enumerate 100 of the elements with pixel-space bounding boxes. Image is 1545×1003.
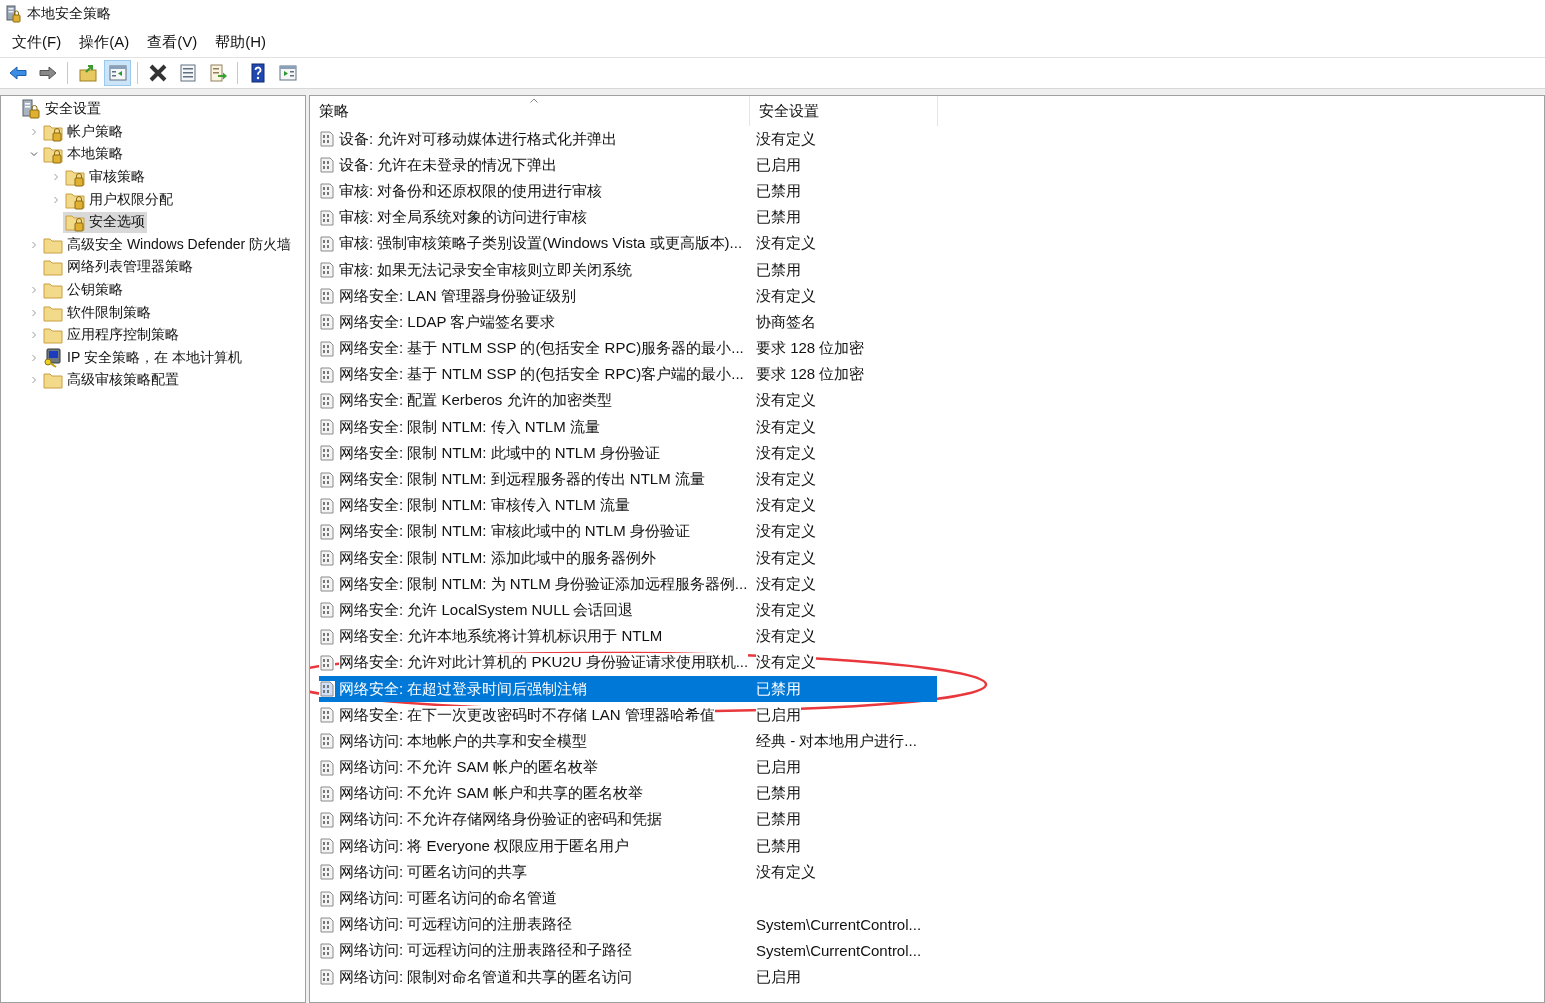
collapsed-chevron-icon[interactable]: [51, 172, 61, 183]
policy-name: 网络安全: 限制 NTLM: 传入 NTLM 流量: [339, 417, 600, 436]
security-setting: 没有定义: [756, 573, 816, 595]
collapsed-chevron-icon[interactable]: [29, 307, 39, 318]
policy-row[interactable]: 网络安全: 基于 NTLM SSP 的(包括安全 RPC)服务器的最小... 要求 128 位加密: [319, 335, 937, 362]
tree-item[interactable]: 软件限制策略: [41, 302, 153, 324]
locked-folder-icon: [43, 144, 63, 165]
policy-row[interactable]: 网络访问: 可远程访问的注册表路径和子路径 System\CurrentControl...: [319, 937, 937, 964]
policy-row[interactable]: 设备: 允许在未登录的情况下弹出 已启用: [319, 152, 937, 179]
policy-row[interactable]: 网络访问: 不允许 SAM 帐户的匿名枚举 已启用: [319, 754, 937, 781]
policy-name: 网络安全: 限制 NTLM: 添加此域中的服务器例外: [339, 548, 656, 567]
policy-icon: [319, 235, 335, 252]
column-header[interactable]: 安全设置: [750, 96, 938, 126]
policy-name: 网络访问: 不允许 SAM 帐户和共享的匿名枚举: [339, 784, 644, 803]
back-arrow-icon: [7, 63, 28, 83]
policy-name: 网络安全: 基于 NTLM SSP 的(包括安全 RPC)服务器的最小...: [339, 339, 744, 358]
policy-row[interactable]: 网络安全: LAN 管理器身份验证级别 没有定义: [319, 283, 937, 310]
collapsed-chevron-icon[interactable]: [29, 126, 39, 137]
policy-name: 网络安全: LDAP 客户端签名要求: [339, 312, 556, 331]
policy-icon: [319, 681, 335, 698]
policy-icon: [319, 811, 335, 828]
tree-item[interactable]: 用户权限分配: [63, 189, 175, 211]
policy-row[interactable]: 网络访问: 将 Everyone 权限应用于匿名用户 已禁用: [319, 833, 937, 860]
policy-row[interactable]: 网络安全: 在超过登录时间后强制注销 已禁用: [319, 675, 937, 703]
policy-row[interactable]: 网络安全: 限制 NTLM: 到远程服务器的传出 NTLM 流量 没有定义: [319, 466, 937, 493]
tree-item[interactable]: 本地策略: [41, 144, 125, 165]
policy-row[interactable]: 网络访问: 不允许存储网络身份验证的密码和凭据 已禁用: [319, 806, 937, 834]
policy-row[interactable]: 网络安全: 基于 NTLM SSP 的(包括安全 RPC)客户端的最小... 要求 128 位加密: [319, 361, 937, 388]
delete-icon: [147, 63, 168, 83]
policy-row[interactable]: 网络安全: 限制 NTLM: 传入 NTLM 流量 没有定义: [319, 414, 937, 441]
policy-row[interactable]: 审核: 对备份和还原权限的使用进行审核 已禁用: [319, 178, 937, 205]
policy-icon: [319, 445, 335, 462]
policy-name: 网络安全: 配置 Kerberos 允许的加密类型: [339, 391, 612, 410]
forward-arrow-icon: [37, 63, 58, 83]
tree-item[interactable]: 网络列表管理器策略: [41, 256, 195, 278]
policy-row[interactable]: 审核: 如果无法记录安全审核则立即关闭系统 已禁用: [319, 256, 937, 284]
policy-row[interactable]: 网络安全: 允许对此计算机的 PKU2U 身份验证请求使用联机... 没有定义: [319, 649, 937, 676]
tree-item[interactable]: 公钥策略: [41, 279, 125, 301]
column-header[interactable]: 策略: [310, 96, 750, 126]
policy-row[interactable]: 网络访问: 本地帐户的共享和安全模型 经典 - 对本地用户进行...: [319, 728, 937, 755]
folder-icon: [43, 257, 63, 278]
policy-row[interactable]: 设备: 允许对可移动媒体进行格式化并弹出 没有定义: [319, 126, 937, 153]
policy-row[interactable]: 网络安全: 配置 Kerberos 允许的加密类型 没有定义: [319, 387, 937, 415]
collapsed-chevron-icon[interactable]: [29, 239, 39, 250]
policy-row[interactable]: 网络访问: 可匿名访问的命名管道: [319, 885, 937, 912]
menu-item[interactable]: 帮助(H): [206, 30, 275, 55]
policy-icon: [319, 785, 335, 802]
policy-name: 网络安全: 允许 LocalSystem NULL 会话回退: [339, 600, 634, 619]
policy-icon: [319, 209, 335, 226]
policy-name: 网络安全: 在超过登录时间后强制注销: [339, 679, 588, 698]
policy-row[interactable]: 网络安全: 限制 NTLM: 审核传入 NTLM 流量 没有定义: [319, 492, 937, 519]
tree-item[interactable]: 安全设置: [19, 98, 103, 120]
policy-row[interactable]: 网络安全: LDAP 客户端签名要求 协商签名: [319, 309, 937, 336]
export-list-icon: [207, 63, 228, 83]
menu-item[interactable]: 操作(A): [70, 30, 139, 55]
policy-row[interactable]: 审核: 强制审核策略子类别设置(Windows Vista 或更高版本)... 没有定义: [319, 230, 937, 257]
policy-name: 审核: 对备份和还原权限的使用进行审核: [339, 181, 603, 200]
policy-icon: [319, 419, 335, 436]
app-icon: [5, 5, 21, 23]
tree-item[interactable]: 审核策略: [63, 166, 147, 188]
policy-row[interactable]: 网络安全: 在下一次更改密码时不存储 LAN 管理器哈希值 已启用: [319, 702, 937, 729]
tree-item[interactable]: 高级安全 Windows Defender 防火墙: [41, 234, 294, 256]
collapsed-chevron-icon[interactable]: [29, 285, 39, 296]
policy-name: 网络安全: 允许本地系统将计算机标识用于 NTLM: [339, 627, 663, 646]
collapsed-chevron-icon[interactable]: [51, 194, 61, 205]
tree-item[interactable]: 应用程序控制策略: [41, 324, 181, 346]
policy-row[interactable]: 网络访问: 可远程访问的注册表路径 System\CurrentControl...: [319, 911, 937, 938]
collapsed-chevron-icon[interactable]: [29, 352, 39, 363]
policy-name: 网络安全: LAN 管理器身份验证级别: [339, 286, 576, 305]
locked-folder-icon: [65, 212, 85, 233]
policy-row[interactable]: 网络安全: 允许 LocalSystem NULL 会话回退 没有定义: [319, 597, 937, 624]
policy-row[interactable]: 网络访问: 可匿名访问的共享 没有定义: [319, 859, 937, 886]
policy-row[interactable]: 网络访问: 限制对命名管道和共享的匿名访问 已启用: [319, 964, 937, 991]
collapsed-chevron-icon[interactable]: [29, 375, 39, 386]
policy-row[interactable]: 审核: 对全局系统对象的访问进行审核 已禁用: [319, 204, 937, 231]
policy-name: 审核: 如果无法记录安全审核则立即关闭系统: [339, 260, 633, 279]
policy-row[interactable]: 网络安全: 限制 NTLM: 添加此域中的服务器例外 没有定义: [319, 545, 937, 572]
policy-name: 网络访问: 可匿名访问的命名管道: [339, 889, 558, 908]
collapsed-chevron-icon[interactable]: [29, 330, 39, 341]
menu-item[interactable]: 文件(F): [3, 30, 71, 55]
policy-icon: [319, 392, 335, 409]
policy-icon: [319, 707, 335, 724]
action-pane-icon: [277, 63, 298, 83]
tree-item[interactable]: 安全选项: [63, 211, 147, 233]
policy-row[interactable]: 网络安全: 限制 NTLM: 为 NTLM 身份验证添加远程服务器例... 没有定义: [319, 571, 937, 598]
policy-row[interactable]: 网络访问: 不允许 SAM 帐户和共享的匿名枚举 已禁用: [319, 780, 937, 807]
policy-icon: [319, 471, 335, 488]
folder-icon: [43, 280, 63, 301]
tree-item[interactable]: 高级审核策略配置: [41, 369, 181, 391]
policy-icon: [319, 733, 335, 750]
tree-item[interactable]: 帐户策略: [41, 121, 125, 143]
policy-row[interactable]: 网络安全: 限制 NTLM: 审核此域中的 NTLM 身份验证 没有定义: [319, 518, 937, 545]
policy-icon: [319, 654, 335, 671]
policy-name: 设备: 允许对可移动媒体进行格式化并弹出: [339, 129, 618, 148]
policy-row[interactable]: 网络安全: 限制 NTLM: 此域中的 NTLM 身份验证 没有定义: [319, 440, 937, 467]
menu-item[interactable]: 查看(V): [138, 30, 207, 55]
show-tree-button[interactable]: [104, 60, 131, 86]
tree-item[interactable]: IP 安全策略，在 本地计算机: [41, 347, 244, 369]
policy-row[interactable]: 网络安全: 允许本地系统将计算机标识用于 NTLM 没有定义: [319, 623, 937, 650]
properties-icon: [177, 63, 198, 83]
